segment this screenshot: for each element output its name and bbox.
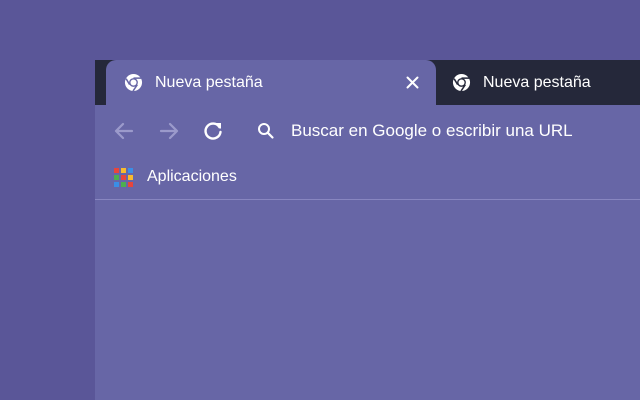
browser-window: Nueva pestaña Nueva pestaña Buscar en Go… [95,60,640,400]
arrow-right-icon [159,122,179,140]
apps-grid-icon [114,167,133,187]
tab-title: Nueva pestaña [483,74,591,91]
reload-icon [204,122,222,140]
tab-new-tab[interactable]: Nueva pestaña [440,60,640,105]
tab-close-button[interactable] [403,73,422,92]
search-icon [258,123,274,139]
forward-button[interactable] [157,119,181,143]
tab-strip: Nueva pestaña Nueva pestaña [95,60,640,105]
arrow-left-icon [114,122,134,140]
new-tab-page [95,201,640,400]
apps-label: Aplicaciones [147,168,237,185]
omnibox[interactable]: Buscar en Google o escribir una URL [245,114,640,148]
omnibox-placeholder: Buscar en Google o escribir una URL [291,121,573,140]
tab-title: Nueva pestaña [155,74,263,91]
tab-new-tab-active[interactable]: Nueva pestaña [106,60,436,105]
chrome-icon [124,73,143,92]
reload-button[interactable] [201,119,225,143]
bookmarks-bar: Aplicaciones [95,155,640,200]
close-icon [406,76,419,89]
apps-shortcut[interactable]: Aplicaciones [114,165,237,189]
chrome-icon [452,73,471,92]
toolbar: Buscar en Google o escribir una URL [95,105,640,155]
back-button[interactable] [112,119,136,143]
